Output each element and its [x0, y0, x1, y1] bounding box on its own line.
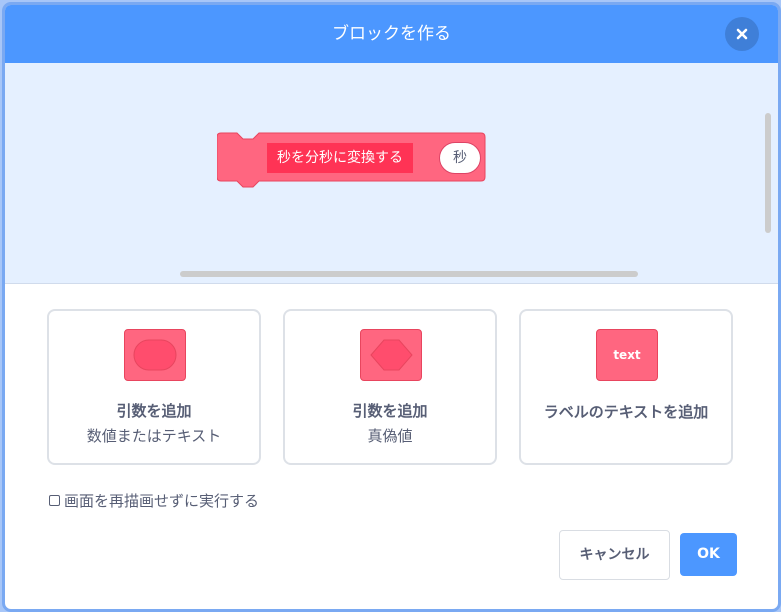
option-title: 引数を追加	[116, 402, 192, 420]
vertical-scrollbar[interactable]	[765, 113, 771, 233]
ok-button[interactable]: OK	[680, 533, 737, 576]
run-without-refresh-label: 画面を再描画せずに実行する	[64, 491, 260, 510]
option-title: ラベルのテキストを追加	[543, 403, 709, 421]
add-boolean-input-button[interactable]: 引数を追加 真偽値	[283, 309, 497, 465]
hexagon-input-icon	[360, 329, 422, 381]
close-icon	[736, 28, 748, 40]
horizontal-scrollbar[interactable]	[180, 271, 638, 277]
dialog-header: ブロックを作る	[5, 5, 778, 63]
rounded-input-icon	[124, 329, 186, 381]
close-button[interactable]	[725, 17, 759, 51]
text-label-icon: text	[596, 329, 658, 381]
block-name-field[interactable]: 秒を分秒に変換する	[267, 143, 413, 173]
block-preview-workspace: 秒を分秒に変換する 秒	[5, 63, 778, 284]
add-label-text-button[interactable]: text ラベルのテキストを追加	[519, 309, 733, 465]
block-argument-seconds[interactable]: 秒	[439, 142, 481, 174]
make-block-dialog: ブロックを作る 秒を分秒に変換する 秒 引数を追加 数値またはテキスト 引数を追…	[2, 2, 781, 612]
option-subtitle: 真偽値	[367, 427, 413, 445]
cancel-button[interactable]: キャンセル	[559, 530, 670, 580]
option-subtitle: 数値またはテキスト	[86, 427, 222, 445]
add-number-text-input-button[interactable]: 引数を追加 数値またはテキスト	[47, 309, 261, 465]
text-label-icon-text: text	[613, 348, 641, 362]
option-title: 引数を追加	[352, 402, 428, 420]
dialog-title: ブロックを作る	[332, 24, 451, 44]
run-without-refresh-toggle[interactable]: 画面を再描画せずに実行する	[49, 489, 259, 511]
run-without-refresh-checkbox[interactable]	[49, 494, 60, 506]
